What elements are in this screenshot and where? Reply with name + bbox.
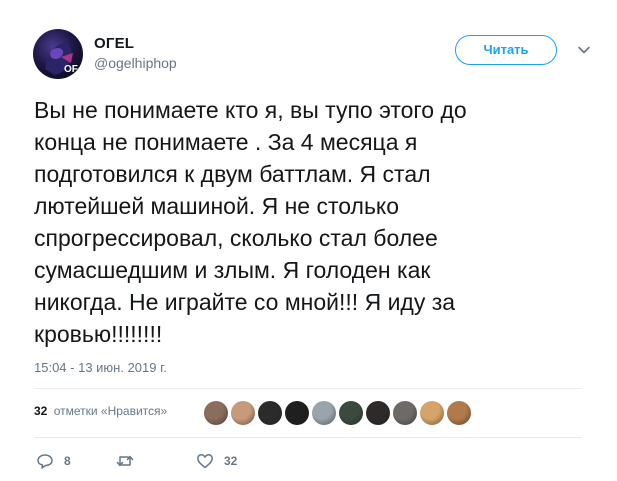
svg-text:OF: OF xyxy=(64,64,78,75)
tweet-timestamp[interactable]: 15:04 - 13 июн. 2019 г. xyxy=(34,360,167,375)
chevron-down-icon[interactable] xyxy=(576,42,592,58)
display-name[interactable]: OГEL xyxy=(94,35,134,52)
avatar[interactable]: OF xyxy=(33,29,83,79)
divider xyxy=(34,388,582,389)
like-count: 32 xyxy=(224,454,238,468)
avatar-image: OF xyxy=(33,29,83,79)
liker-avatar[interactable] xyxy=(339,401,363,425)
liker-avatars xyxy=(204,401,471,427)
likes-count: 32 xyxy=(34,404,48,418)
reply-button[interactable]: 8 xyxy=(36,452,71,470)
liker-avatar[interactable] xyxy=(285,401,309,425)
tweet-text: Вы не понимаете кто я, вы тупо этого до … xyxy=(34,97,467,347)
liker-avatar[interactable] xyxy=(204,401,228,425)
heart-icon xyxy=(197,454,213,469)
likes-summary[interactable]: 32 отметки «Нравится» xyxy=(34,404,167,418)
retweet-button[interactable] xyxy=(116,452,144,470)
liker-avatar[interactable] xyxy=(420,401,444,425)
liker-avatar[interactable] xyxy=(231,401,255,425)
liker-avatar[interactable] xyxy=(312,401,336,425)
follow-button[interactable]: Читать xyxy=(455,35,557,65)
likes-label: отметки «Нравится» xyxy=(53,404,168,418)
divider xyxy=(34,437,582,438)
retweet-icon xyxy=(116,455,134,467)
tweet-card: OF OГEL @ogelhiphop Читать Вы не понимае… xyxy=(0,0,617,481)
liker-avatar[interactable] xyxy=(366,401,390,425)
reply-count: 8 xyxy=(64,454,71,468)
reply-icon xyxy=(37,454,53,469)
like-button[interactable]: 32 xyxy=(196,452,237,470)
liker-avatar[interactable] xyxy=(393,401,417,425)
liker-avatar[interactable] xyxy=(258,401,282,425)
liker-avatar[interactable] xyxy=(447,401,471,425)
user-handle[interactable]: @ogelhiphop xyxy=(94,55,177,71)
